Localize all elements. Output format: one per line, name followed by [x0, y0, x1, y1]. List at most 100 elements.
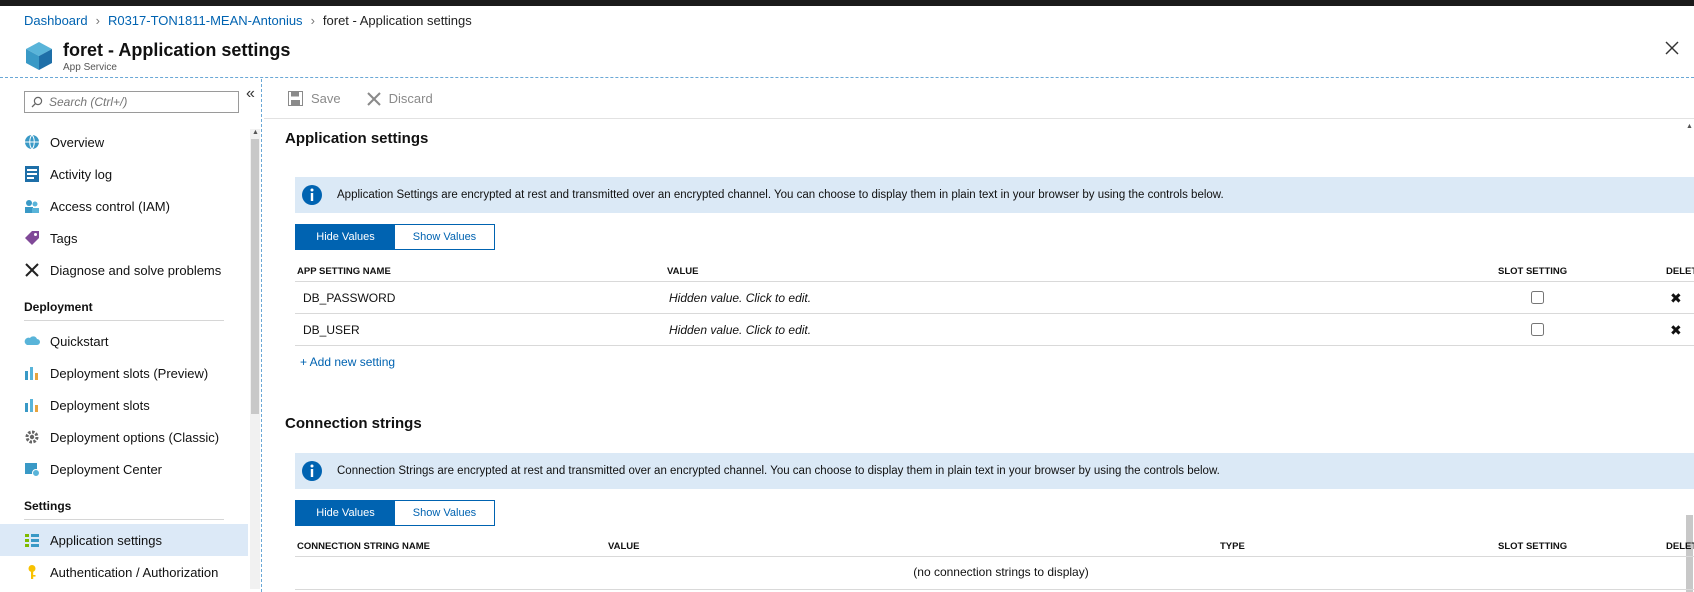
- sidebar-item-overview[interactable]: Overview: [0, 126, 248, 158]
- setting-value[interactable]: Hidden value. Click to edit.: [669, 323, 811, 337]
- connection-strings-info-text: Connection Strings are encrypted at rest…: [337, 465, 1220, 477]
- top-strip: [0, 0, 1694, 6]
- slot-setting-checkbox[interactable]: [1531, 323, 1544, 336]
- deployment-center-icon: [24, 461, 40, 477]
- sidebar-item-tags[interactable]: Tags: [0, 222, 248, 254]
- section-title-settings: Settings: [24, 499, 72, 513]
- breadcrumb-dashboard[interactable]: Dashboard: [24, 13, 88, 28]
- sidebar-scrollbar[interactable]: ▲: [250, 129, 260, 589]
- column-header-value: VALUE: [608, 541, 640, 552]
- show-values-button[interactable]: Show Values: [395, 225, 494, 249]
- sidebar-item-label: Quickstart: [50, 333, 109, 349]
- close-icon[interactable]: [1662, 38, 1682, 58]
- search-box[interactable]: [24, 91, 239, 113]
- scroll-up-icon[interactable]: ▲: [252, 129, 259, 136]
- command-bar: Save Discard: [264, 79, 1694, 119]
- sidebar-item-deployment-options[interactable]: Deployment options (Classic): [0, 421, 248, 453]
- sidebar-item-label: Activity log: [50, 166, 113, 182]
- sidebar-item-label: Deployment slots: [50, 397, 150, 413]
- discard-label: Discard: [388, 91, 433, 106]
- column-header-value: VALUE: [667, 266, 699, 277]
- collapse-sidebar-icon[interactable]: «: [246, 85, 255, 103]
- column-header-delete: DELETE: [1666, 541, 1694, 552]
- app-settings-info-banner: Application Settings are encrypted at re…: [295, 177, 1694, 213]
- connection-strings-info-banner: Connection Strings are encrypted at rest…: [295, 453, 1694, 489]
- save-button[interactable]: Save: [288, 91, 341, 106]
- column-header-slot-setting: SLOT SETTING: [1498, 266, 1568, 277]
- sidebar-scroll-thumb[interactable]: [251, 139, 259, 414]
- delete-icon[interactable]: ✖: [1670, 290, 1682, 307]
- table-row: DB_USER Hidden value. Click to edit. ✖: [295, 313, 1694, 345]
- save-icon: [288, 91, 303, 106]
- sidebar-item-deployment-center[interactable]: Deployment Center: [0, 453, 248, 485]
- table-bottom-border: [295, 589, 1694, 590]
- sidebar-item-deployment-slots[interactable]: Deployment slots: [0, 389, 248, 421]
- save-label: Save: [311, 91, 341, 106]
- globe-icon: [24, 134, 40, 150]
- sidebar-nav: Overview Activity log Access control (IA…: [0, 126, 248, 588]
- key-icon: [24, 564, 40, 580]
- sidebar-item-label: Diagnose and solve problems: [50, 262, 222, 278]
- setting-name[interactable]: DB_PASSWORD: [303, 291, 395, 305]
- app-settings-title: Application settings: [285, 130, 429, 147]
- search-icon: [31, 96, 43, 108]
- section-divider: [24, 320, 224, 321]
- show-values-button[interactable]: Show Values: [395, 501, 494, 525]
- sidebar-item-diagnose[interactable]: Diagnose and solve problems: [0, 254, 248, 286]
- sidebar: « ▲ Overview Activity log Access control…: [0, 79, 262, 592]
- search-input[interactable]: [49, 95, 229, 109]
- blade-header: foret - Application settings App Service: [0, 34, 1694, 78]
- sidebar-item-deployment-slots-preview[interactable]: Deployment slots (Preview): [0, 357, 248, 389]
- setting-name[interactable]: DB_USER: [303, 323, 360, 337]
- gear-icon: [24, 429, 40, 445]
- column-header-slot-setting: SLOT SETTING: [1498, 541, 1568, 552]
- people-icon: [24, 198, 40, 214]
- cloud-icon: [24, 333, 40, 349]
- sidebar-item-activity-log[interactable]: Activity log: [0, 158, 248, 190]
- app-settings-header: APP SETTING NAME VALUE SLOT SETTING DELE…: [295, 264, 1694, 280]
- sidebar-item-application-settings[interactable]: Application settings: [0, 524, 248, 556]
- connection-strings-header: CONNECTION STRING NAME VALUE TYPE SLOT S…: [295, 539, 1694, 555]
- section-title-deployment: Deployment: [24, 300, 93, 314]
- scroll-up-icon[interactable]: ▲: [1686, 123, 1693, 130]
- sidebar-item-authentication[interactable]: Authentication / Authorization: [0, 556, 248, 588]
- tag-icon: [24, 230, 40, 246]
- column-header-delete: DELETE: [1666, 266, 1694, 277]
- hide-values-button[interactable]: Hide Values: [296, 225, 395, 249]
- breadcrumb-current: foret - Application settings: [322, 12, 472, 28]
- sidebar-item-label: Tags: [50, 230, 78, 246]
- add-new-setting-link[interactable]: + Add new setting: [300, 355, 395, 369]
- table-row: DB_PASSWORD Hidden value. Click to edit.…: [295, 281, 1694, 313]
- table-top-border: [295, 556, 1694, 557]
- main-content: Save Discard ▲ Application settings Appl…: [264, 79, 1694, 592]
- sidebar-item-label: Authentication / Authorization: [50, 564, 219, 580]
- sidebar-item-label: Application settings: [50, 532, 163, 548]
- page-title: foret - Application settings: [63, 40, 291, 60]
- hide-values-button[interactable]: Hide Values: [296, 501, 395, 525]
- section-divider: [24, 519, 224, 520]
- setting-value[interactable]: Hidden value. Click to edit.: [669, 291, 811, 305]
- sidebar-item-label: Deployment options (Classic): [50, 429, 220, 445]
- breadcrumb: Dashboard › R0317-TON1811-MEAN-Antonius …: [24, 12, 472, 28]
- connection-strings-visibility-toggle: Hide Values Show Values: [295, 500, 495, 526]
- sidebar-item-label: Access control (IAM): [50, 198, 170, 214]
- sidebar-item-quickstart[interactable]: Quickstart: [0, 325, 248, 357]
- wrench-icon: [24, 262, 40, 278]
- slots-icon: [24, 397, 40, 413]
- list-icon: [24, 532, 40, 548]
- discard-icon: [366, 91, 381, 106]
- activity-log-icon: [24, 166, 40, 182]
- column-header-name: CONNECTION STRING NAME: [297, 541, 430, 552]
- breadcrumb-separator-icon: ›: [95, 12, 100, 28]
- delete-icon[interactable]: ✖: [1670, 322, 1682, 339]
- empty-state-message: (no connection strings to display): [913, 565, 1089, 579]
- sidebar-item-access-control[interactable]: Access control (IAM): [0, 190, 248, 222]
- app-settings-visibility-toggle: Hide Values Show Values: [295, 224, 495, 250]
- breadcrumb-resource-group[interactable]: R0317-TON1811-MEAN-Antonius: [108, 13, 303, 28]
- table-bottom-border: [295, 345, 1694, 346]
- column-header-name: APP SETTING NAME: [297, 266, 391, 277]
- slot-setting-checkbox[interactable]: [1531, 291, 1544, 304]
- discard-button[interactable]: Discard: [366, 91, 433, 106]
- slots-icon: [24, 365, 40, 381]
- sidebar-item-label: Deployment slots (Preview): [50, 365, 209, 381]
